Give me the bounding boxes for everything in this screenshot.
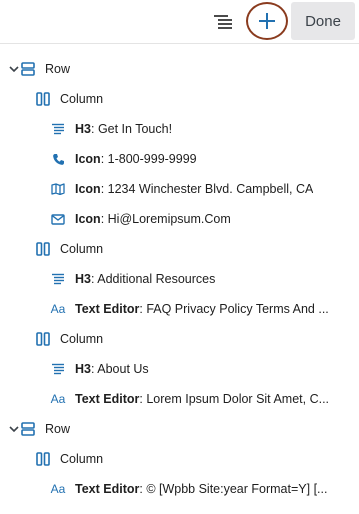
tree-item-icon[interactable]: Icon: 1-800-999-9999 bbox=[0, 144, 359, 174]
tree-item-label: H3: Get In Touch! bbox=[75, 122, 173, 136]
module-text: About Us bbox=[97, 362, 149, 376]
module-type: Text Editor bbox=[75, 392, 140, 406]
tree-item-column[interactable]: Column bbox=[0, 234, 359, 264]
module-text: 1-800-999-9999 bbox=[107, 152, 197, 166]
tree-item-text-editor[interactable]: Aa Text Editor: Lorem Ipsum Dolor Sit Am… bbox=[0, 384, 359, 414]
list-view-button[interactable] bbox=[209, 9, 237, 35]
chevron-down-icon[interactable] bbox=[8, 63, 20, 75]
tree-item-label: Column bbox=[60, 452, 104, 466]
map-icon bbox=[50, 181, 66, 197]
tree-item-row[interactable]: Row bbox=[0, 414, 359, 444]
phone-icon bbox=[50, 151, 66, 167]
module-text: Hi@Loremipsum.Com bbox=[107, 212, 231, 226]
tree-item-text-editor[interactable]: Aa Text Editor: © [Wpbb Site:year Format… bbox=[0, 474, 359, 504]
tree-item-label: H3: About Us bbox=[75, 362, 149, 376]
module-text: © [Wpbb Site:year Format=Y] [... bbox=[146, 482, 328, 496]
tree-item-icon[interactable]: Icon: 1234 Winchester Blvd. Campbell, CA bbox=[0, 174, 359, 204]
module-type: Text Editor bbox=[75, 302, 140, 316]
heading-icon bbox=[50, 361, 66, 377]
module-type: Icon bbox=[75, 212, 101, 226]
module-text: 1234 Winchester Blvd. Campbell, CA bbox=[107, 182, 314, 196]
row-icon bbox=[20, 61, 36, 77]
tree-item-column[interactable]: Column bbox=[0, 444, 359, 474]
envelope-icon bbox=[50, 211, 66, 227]
tree-item-column[interactable]: Column bbox=[0, 324, 359, 354]
tree-item-heading[interactable]: H3: About Us bbox=[0, 354, 359, 384]
module-type: H3 bbox=[75, 362, 91, 376]
module-type: H3 bbox=[75, 122, 91, 136]
heading-icon bbox=[50, 121, 66, 137]
tree-item-label: Text Editor: Lorem Ipsum Dolor Sit Amet,… bbox=[75, 392, 330, 406]
column-icon bbox=[35, 331, 51, 347]
outline-tree: Row Column H3: Get In Touch! Icon: 1-800… bbox=[0, 54, 359, 504]
tree-item-label: Icon: 1234 Winchester Blvd. Campbell, CA bbox=[75, 182, 314, 196]
column-icon bbox=[35, 451, 51, 467]
text-editor-icon: Aa bbox=[50, 302, 66, 316]
top-toolbar: Done bbox=[0, 0, 359, 44]
column-icon bbox=[35, 91, 51, 107]
module-text: Additional Resources bbox=[97, 272, 216, 286]
tree-item-label: Column bbox=[60, 242, 104, 256]
tree-item-label: Row bbox=[45, 422, 71, 436]
plus-icon bbox=[259, 13, 275, 29]
heading-icon bbox=[50, 271, 66, 287]
tree-item-label: Icon: Hi@Loremipsum.Com bbox=[75, 212, 231, 226]
tree-item-label: Icon: 1-800-999-9999 bbox=[75, 152, 197, 166]
chevron-down-icon[interactable] bbox=[8, 423, 20, 435]
tree-item-column[interactable]: Column bbox=[0, 84, 359, 114]
tree-item-label: Column bbox=[60, 92, 104, 106]
tree-item-text-editor[interactable]: Aa Text Editor: FAQ Privacy Policy Terms… bbox=[0, 294, 359, 324]
text-editor-icon: Aa bbox=[50, 392, 66, 406]
module-type: Text Editor bbox=[75, 482, 140, 496]
tree-item-heading[interactable]: H3: Additional Resources bbox=[0, 264, 359, 294]
module-type: Icon bbox=[75, 182, 101, 196]
text-editor-icon: Aa bbox=[50, 482, 66, 496]
tree-item-heading[interactable]: H3: Get In Touch! bbox=[0, 114, 359, 144]
tree-item-label: Column bbox=[60, 332, 104, 346]
done-button[interactable]: Done bbox=[291, 2, 355, 40]
module-type: Icon bbox=[75, 152, 101, 166]
module-text: Lorem Ipsum Dolor Sit Amet, C... bbox=[146, 392, 330, 406]
tree-item-label: Row bbox=[45, 62, 71, 76]
module-text: Get In Touch! bbox=[97, 122, 173, 136]
tree-item-label: Text Editor: © [Wpbb Site:year Format=Y]… bbox=[75, 482, 328, 496]
add-module-button[interactable] bbox=[246, 2, 288, 40]
module-text: FAQ Privacy Policy Terms And ... bbox=[146, 302, 329, 316]
row-icon bbox=[20, 421, 36, 437]
tree-item-row[interactable]: Row bbox=[0, 54, 359, 84]
tree-item-label: Text Editor: FAQ Privacy Policy Terms An… bbox=[75, 302, 329, 316]
column-icon bbox=[35, 241, 51, 257]
list-view-icon bbox=[214, 15, 232, 29]
module-type: H3 bbox=[75, 272, 91, 286]
tree-item-label: H3: Additional Resources bbox=[75, 272, 216, 286]
tree-item-icon[interactable]: Icon: Hi@Loremipsum.Com bbox=[0, 204, 359, 234]
